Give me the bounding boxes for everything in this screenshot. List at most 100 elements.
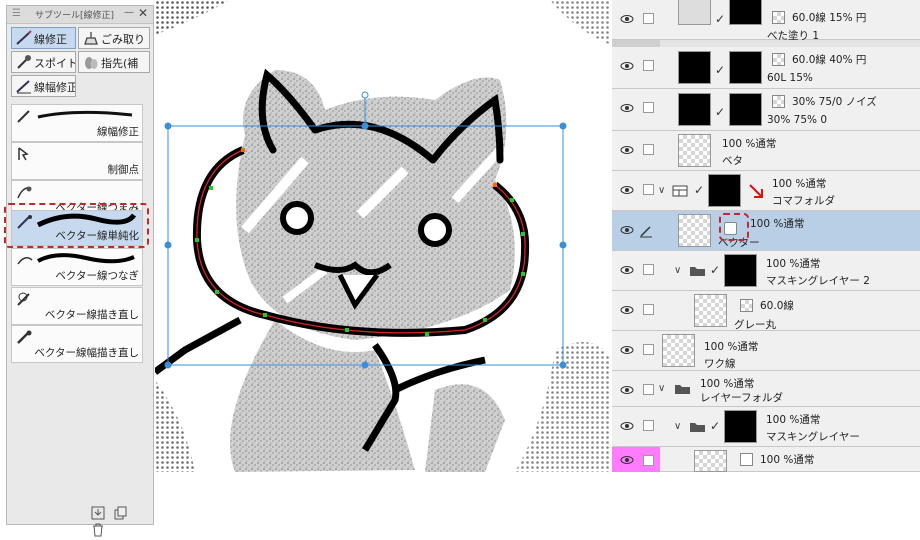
eye-icon[interactable] xyxy=(620,145,634,155)
lock-checkbox[interactable] xyxy=(643,384,654,395)
visible-check-icon: ✓ xyxy=(710,419,721,433)
group-label: 指先(補 xyxy=(101,57,139,70)
clip-arrow-icon xyxy=(749,184,763,198)
eye-icon[interactable] xyxy=(620,345,634,355)
tone-icon xyxy=(772,53,785,66)
layer-row[interactable]: ✓ 60.0線 40% 円 60L 15% xyxy=(612,47,920,89)
chevron-down-icon[interactable]: ∨ xyxy=(658,185,665,196)
group-finger-blend[interactable]: 指先(補 xyxy=(78,51,150,73)
eye-icon[interactable] xyxy=(620,103,634,113)
layer-row[interactable]: ∨ ✓ 100 %通常 マスキングレイヤー 2 xyxy=(612,251,920,291)
layer-row[interactable]: 60.0線 グレー丸 xyxy=(612,291,920,331)
visible-check-icon: ✓ xyxy=(710,263,721,277)
layer-line1: 60.0線 40% 円 xyxy=(792,54,867,66)
layer-line2: べた塗り 1 xyxy=(767,30,820,42)
tool-label: 線幅修正 xyxy=(97,126,139,138)
selected-tool-highlight xyxy=(4,203,149,248)
layer-row[interactable]: 100 %通常 ワク線 xyxy=(612,331,920,371)
dust-removal-icon xyxy=(84,32,98,45)
subtool-panel: ☰ サブツール[線修正] — ✕ 線修正 ごみ取り スポイト 指先(補 線幅修正… xyxy=(6,5,154,537)
group-line-correction[interactable]: 線修正 xyxy=(11,27,76,49)
tool-line-width-correction[interactable]: 線幅修正 xyxy=(11,104,143,142)
folder-icon xyxy=(675,385,690,394)
lock-checkbox[interactable] xyxy=(643,344,654,355)
tool-control-point[interactable]: 制御点 xyxy=(11,142,143,180)
layer-line2: ワク線 xyxy=(704,358,736,370)
finger-blend-icon xyxy=(85,57,98,69)
menu-icon[interactable]: ☰ xyxy=(12,8,23,19)
eye-icon[interactable] xyxy=(620,61,634,71)
tool-label: 制御点 xyxy=(107,164,140,176)
layer-row[interactable]: 100 %通常 xyxy=(612,447,920,472)
lock-checkbox[interactable] xyxy=(643,144,654,155)
vector-join-icon xyxy=(17,257,33,265)
lock-checkbox[interactable] xyxy=(643,420,654,431)
eye-icon[interactable] xyxy=(620,225,634,235)
eye-icon[interactable] xyxy=(620,385,634,395)
layer-line2: マスキングレイヤー 2 xyxy=(766,275,870,287)
duplicate-icon[interactable] xyxy=(114,506,128,520)
trash-icon[interactable] xyxy=(91,523,105,537)
tool-vector-redraw[interactable]: ベクター線描き直し xyxy=(11,287,143,325)
visible-check-icon: ✓ xyxy=(715,105,726,119)
tone-icon xyxy=(740,299,753,312)
layer-line1: 100 %通常 xyxy=(772,178,827,190)
visible-check-icon: ✓ xyxy=(715,63,726,77)
lock-checkbox[interactable] xyxy=(643,304,654,315)
layer-line1: 100 %通常 xyxy=(750,218,805,230)
lock-checkbox[interactable] xyxy=(643,184,654,195)
eye-icon[interactable] xyxy=(620,265,634,275)
tone-icon xyxy=(772,95,785,108)
group-label: ごみ取り xyxy=(101,33,145,46)
vector-layer-icon xyxy=(740,453,753,466)
chevron-down-icon[interactable]: ∨ xyxy=(674,421,681,432)
vector-width-redraw-icon xyxy=(17,330,32,344)
layer-line1: 100 %通常 xyxy=(700,378,755,390)
layer-row[interactable]: ✓ 60.0線 15% 円 べた塗り 1 xyxy=(612,0,920,42)
group-eyedropper[interactable]: スポイト xyxy=(11,51,76,73)
layer-thumbnail xyxy=(724,410,757,443)
eye-icon[interactable] xyxy=(620,455,634,465)
lock-checkbox[interactable] xyxy=(643,60,654,71)
lock-checkbox[interactable] xyxy=(643,264,654,275)
group-label: 線幅修正 xyxy=(34,81,76,94)
eye-icon[interactable] xyxy=(620,14,634,24)
layer-row-vector[interactable]: 100 %通常 ベクター xyxy=(612,211,920,251)
tool-vector-join[interactable]: ベクター線つなぎ xyxy=(11,248,143,286)
subtool-title: サブツール[線修正] xyxy=(35,11,115,21)
layer-line1: 60.0線 15% 円 xyxy=(792,12,867,24)
canvas[interactable] xyxy=(155,0,611,472)
layer-line2: ベタ xyxy=(722,155,743,167)
visible-check-icon: ✓ xyxy=(694,183,705,197)
visible-check-icon: ✓ xyxy=(715,12,726,26)
close-icon[interactable]: ✕ xyxy=(138,6,148,20)
layer-thumbnail xyxy=(662,334,695,367)
layer-line1: 100 %通常 xyxy=(766,414,821,426)
lock-checkbox[interactable] xyxy=(643,455,654,466)
group-label: スポイト xyxy=(34,57,76,70)
tool-vector-width-redraw[interactable]: ベクター線幅描き直し xyxy=(11,325,143,363)
layer-row[interactable]: 100 %通常 ベタ xyxy=(612,131,920,171)
chevron-down-icon[interactable]: ∨ xyxy=(674,265,681,276)
download-icon[interactable] xyxy=(91,506,105,520)
layer-row[interactable]: ∨ 100 %通常 レイヤーフォルダ xyxy=(612,371,920,407)
vector-redraw-icon xyxy=(17,292,30,306)
layer-row[interactable]: ∨ ✓ 100 %通常 マスキングレイヤー xyxy=(612,407,920,447)
eye-icon[interactable] xyxy=(620,185,634,195)
tool-label: ベクター線幅描き直し xyxy=(34,347,139,359)
eye-icon[interactable] xyxy=(620,421,634,431)
line-correction-icon xyxy=(16,30,32,45)
minimize-icon[interactable]: — xyxy=(124,7,134,18)
layer-row[interactable]: ∨ ✓ 100 %通常 コマフォルダ xyxy=(612,171,920,211)
pen-icon xyxy=(640,226,652,238)
lock-checkbox[interactable] xyxy=(643,102,654,113)
eye-icon[interactable] xyxy=(620,305,634,315)
group-line-width[interactable]: 線幅修正 xyxy=(11,75,76,97)
group-dust-removal[interactable]: ごみ取り xyxy=(78,27,150,49)
control-point-icon xyxy=(18,147,29,161)
layer-row[interactable]: ✓ 30% 75/0 ノイズ 30% 75% 0 xyxy=(612,89,920,131)
rotate-handle[interactable] xyxy=(361,91,369,99)
layer-line1: 60.0線 xyxy=(760,300,794,312)
chevron-down-icon[interactable]: ∨ xyxy=(658,383,665,394)
lock-checkbox[interactable] xyxy=(643,13,654,24)
